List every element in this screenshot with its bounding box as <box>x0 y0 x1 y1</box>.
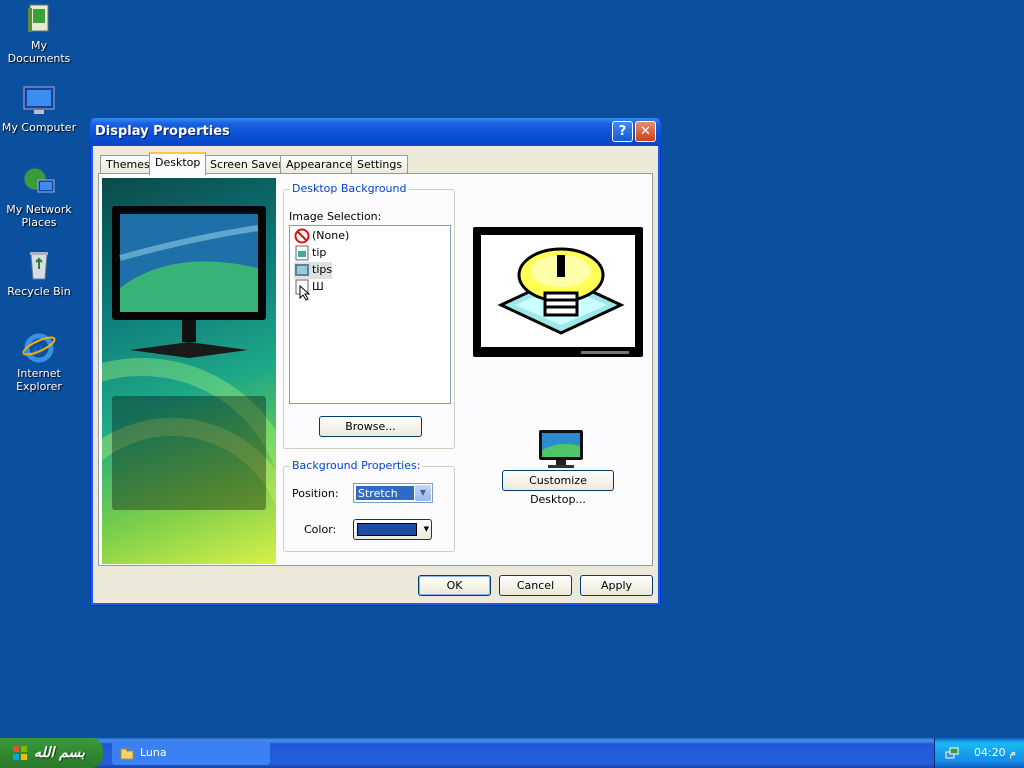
taskbar-button-luna[interactable]: Luna <box>112 741 270 765</box>
position-value: Stretch <box>356 486 414 500</box>
background-properties-title: Background Properties: <box>290 459 423 472</box>
lightbulb-tip-icon <box>497 247 625 335</box>
tab-screen-saver[interactable]: Screen Saver <box>204 155 289 174</box>
ok-button[interactable]: OK <box>418 575 491 596</box>
image-selection-label: Image Selection: <box>289 210 382 223</box>
internet-explorer-icon: e <box>22 330 56 364</box>
preview-monitor <box>473 227 643 357</box>
list-item-none[interactable]: (None) <box>294 228 349 245</box>
desktop-background-group: Desktop Background Image Selection: (Non… <box>283 182 455 449</box>
no-entry-icon <box>294 228 310 244</box>
folder-icon <box>22 2 56 36</box>
system-tray: 04:20 م <box>934 738 1024 768</box>
windows-logo-icon <box>13 746 27 760</box>
help-button[interactable]: ? <box>612 121 633 142</box>
position-label: Position: <box>292 487 339 500</box>
color-label: Color: <box>304 523 337 536</box>
desktop-tab-panel: Desktop Background Image Selection: (Non… <box>98 173 653 566</box>
desktop-icon-label: My Computer <box>1 121 77 134</box>
close-icon: ✕ <box>640 124 651 139</box>
desktop-background-title: Desktop Background <box>290 182 409 195</box>
preview-screen <box>481 235 635 347</box>
list-item-tips[interactable]: tips <box>294 262 333 279</box>
wallpaper-art <box>102 178 276 564</box>
image-thumbnail-icon <box>294 262 310 278</box>
list-item-4[interactable]: Ш <box>294 279 324 301</box>
desktop-icon-label: My Documents <box>7 39 71 65</box>
desktop-icon-label: Recycle Bin <box>7 285 71 298</box>
clock: 04:20 م <box>973 746 1016 759</box>
desktop-icon-internet-explorer[interactable]: e Internet Explorer <box>0 330 78 393</box>
desktop-icon-my-network-places[interactable]: My Network Places <box>0 166 78 229</box>
tab-themes[interactable]: Themes <box>100 155 156 174</box>
taskbar-button-label: Luna <box>140 746 167 759</box>
mouse-cursor-icon <box>299 285 311 301</box>
background-properties-group: Background Properties: Position: Stretch… <box>283 459 455 552</box>
monitor-illustration <box>112 206 266 510</box>
chevron-down-icon[interactable]: ▼ <box>415 485 431 501</box>
position-dropdown[interactable]: Stretch ▼ <box>353 483 433 503</box>
recycle-bin-icon <box>22 248 56 282</box>
start-label: بسم الله <box>34 745 85 761</box>
image-file-icon <box>294 245 310 261</box>
tab-desktop[interactable]: Desktop <box>149 152 207 175</box>
chevron-down-icon: ▼ <box>423 525 429 533</box>
preview-stand-bar <box>581 351 629 354</box>
display-properties-window: Display Properties ? ✕ Themes Desktop Sc… <box>90 118 661 606</box>
apply-button[interactable]: Apply <box>580 575 653 596</box>
desktop-icon-label: My Network Places <box>6 203 72 229</box>
tab-settings[interactable]: Settings <box>351 155 409 174</box>
cancel-button[interactable]: Cancel <box>499 575 572 596</box>
desktop-icon-label: Internet Explorer <box>16 367 62 393</box>
network-tray-icon[interactable] <box>945 746 959 760</box>
window-title: Display Properties <box>95 124 230 139</box>
monitor-icon <box>539 430 583 468</box>
question-icon: ? <box>618 124 627 139</box>
image-selection-list[interactable]: (None) tip tips Ш <box>289 225 451 404</box>
tab-appearance[interactable]: Appearance <box>280 155 359 174</box>
desktop-icon-my-documents[interactable]: My Documents <box>0 2 78 65</box>
computer-icon <box>22 84 56 118</box>
customize-desktop-button[interactable]: Customize Desktop... <box>502 470 614 506</box>
list-item-tip[interactable]: tip <box>294 245 326 262</box>
start-button[interactable]: بسم الله <box>0 738 103 768</box>
browse-button[interactable]: Browse... <box>319 416 422 437</box>
network-icon <box>22 166 56 200</box>
title-bar[interactable]: Display Properties ? ✕ <box>90 118 661 146</box>
window-client: Themes Desktop Screen Saver Appearance S… <box>95 146 656 602</box>
taskbar: بسم الله Luna 04:20 م <box>0 738 1024 768</box>
close-button[interactable]: ✕ <box>635 121 656 142</box>
desktop-icon-recycle-bin[interactable]: Recycle Bin <box>0 248 78 298</box>
folder-icon <box>120 748 134 760</box>
color-picker-button[interactable]: ▼ <box>353 519 432 540</box>
color-swatch <box>357 523 417 536</box>
desktop-icon-my-computer[interactable]: My Computer <box>0 84 78 134</box>
